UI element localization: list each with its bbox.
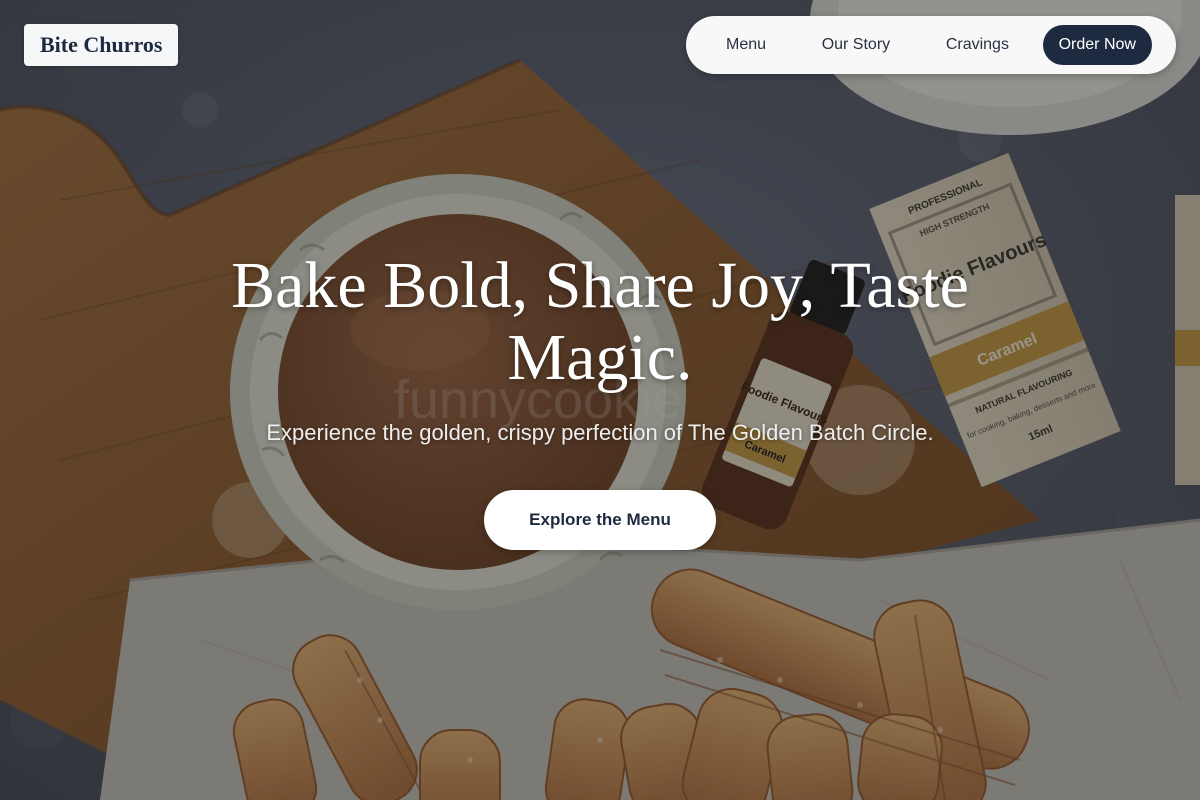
explore-menu-button[interactable]: Explore the Menu (484, 490, 716, 550)
nav-item-cravings[interactable]: Cravings (924, 28, 1031, 62)
main-navigation: Menu Our Story Cravings Order Now (686, 16, 1176, 74)
hero-dark-overlay (0, 0, 1200, 800)
hero-section: Foodie Flavours Caramel PROFESSIONAL HIG… (0, 0, 1200, 800)
nav-item-our-story[interactable]: Our Story (800, 28, 912, 62)
site-logo[interactable]: Bite Churros (24, 24, 179, 66)
nav-item-menu[interactable]: Menu (704, 28, 788, 62)
hero-subtitle: Experience the golden, crispy perfection… (266, 420, 934, 445)
hero-headline: Bake Bold, Share Joy, Taste Magic. (231, 249, 969, 394)
order-now-button[interactable]: Order Now (1042, 25, 1152, 65)
